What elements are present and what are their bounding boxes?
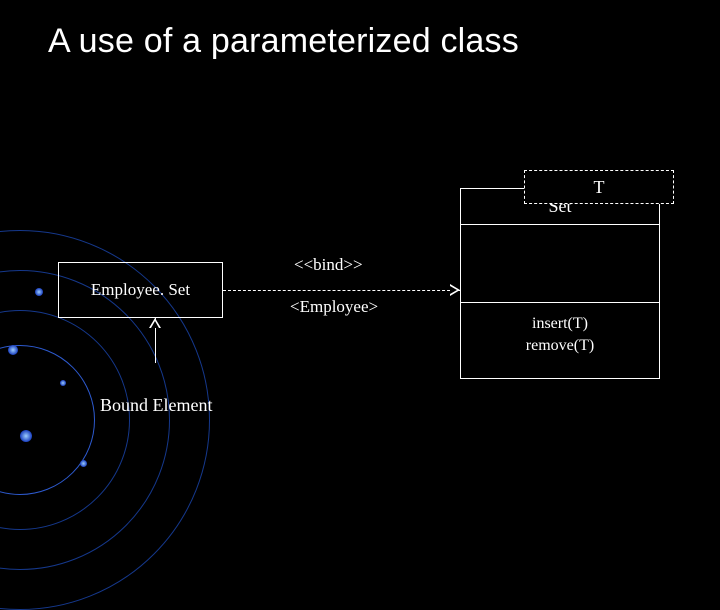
template-parameter: T [594,177,605,198]
class-attributes-compartment [461,225,659,303]
template-parameter-box: T [524,170,674,204]
annotation-arrow-head [149,318,161,328]
bind-stereotype-label: <<bind>> [294,255,363,275]
slide-title: A use of a parameterized class [48,22,519,61]
bound-element-box: Employee. Set [58,262,223,318]
bound-element-name: Employee. Set [91,280,190,300]
bound-element-annotation: Bound Element [100,395,212,416]
bind-argument-label: <Employee> [290,297,378,317]
bind-dependency-arrowhead [450,284,460,296]
class-operation: insert(T) [469,313,651,335]
bind-dependency-line [223,290,460,291]
class-box-set: Set insert(T) remove(T) [460,188,660,379]
class-operation: remove(T) [469,335,651,357]
class-operations-compartment: insert(T) remove(T) [461,303,659,378]
